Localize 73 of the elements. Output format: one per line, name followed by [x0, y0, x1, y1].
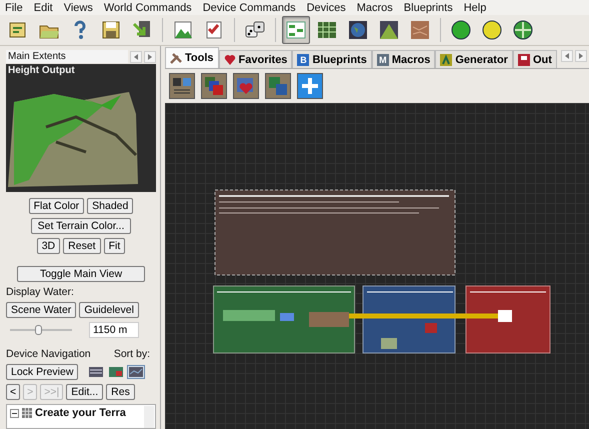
slider-thumb[interactable] — [34, 325, 42, 335]
toggle-main-view-button[interactable]: Toggle Main View — [17, 266, 145, 282]
device-node[interactable] — [280, 313, 294, 321]
device-tool-button[interactable] — [297, 73, 323, 99]
blocks-icon — [267, 75, 289, 97]
tab[interactable]: Out — [512, 50, 557, 68]
menu-item[interactable]: Edit — [34, 2, 53, 14]
crosshair-icon — [512, 19, 534, 41]
tab-scroll-right-button[interactable] — [575, 50, 587, 62]
view-button[interactable]: Fit — [104, 238, 126, 254]
render-mode-button[interactable]: Shaded — [87, 198, 134, 214]
output-icon — [518, 54, 530, 66]
ball-icon — [481, 19, 503, 41]
scroll-left-button[interactable] — [130, 50, 142, 62]
menu-item[interactable]: File — [5, 2, 23, 14]
menu-item[interactable]: Views — [64, 2, 93, 14]
render-mode-button[interactable]: Flat Color — [28, 198, 84, 214]
mountain-icon — [378, 19, 400, 41]
menu-item[interactable]: Device Commands — [202, 2, 296, 14]
lock-preview-button[interactable]: Lock Preview — [6, 364, 78, 380]
device-navigation-label: Device Navigation — [6, 348, 91, 360]
device-node[interactable] — [223, 310, 275, 321]
tools-icon — [170, 52, 182, 64]
texture-icon — [409, 19, 431, 41]
menu-item[interactable]: Help — [464, 2, 486, 14]
ball-icon — [450, 19, 472, 41]
panel-title: Main Extents — [6, 50, 128, 63]
edit-button[interactable]: Edit... — [66, 384, 104, 400]
res-button[interactable]: Res — [106, 384, 135, 400]
set-terrain-color-button[interactable]: Set Terrain Color... — [31, 218, 131, 234]
menu-item[interactable]: Macros — [356, 2, 393, 14]
scroll-bar[interactable] — [144, 406, 154, 428]
grid-icon — [316, 19, 338, 41]
water-button[interactable]: Guidelevel — [79, 302, 139, 318]
grid-icon — [22, 408, 32, 418]
tab-scroll-left-button[interactable] — [561, 50, 573, 62]
left-arrow-icon — [133, 54, 139, 60]
water-button[interactable]: Scene Water — [6, 302, 76, 318]
device-tool-button[interactable] — [169, 73, 195, 99]
view-button[interactable]: Reset — [63, 238, 101, 254]
list-icon[interactable] — [87, 365, 106, 379]
tab[interactable]: M Macros — [372, 50, 436, 68]
device-node[interactable] — [498, 310, 512, 322]
display-water-label: Display Water: — [6, 286, 75, 298]
view-button[interactable]: 3D — [36, 238, 60, 254]
terrain-icon — [172, 19, 194, 41]
heart-icon — [224, 54, 236, 66]
tree-item-label: Create your Terra — [35, 407, 126, 419]
menu-item[interactable]: World Commands — [104, 2, 192, 14]
plus-icon — [299, 75, 321, 97]
device-node[interactable] — [381, 338, 397, 349]
tab[interactable]: Favorites — [218, 50, 292, 68]
right-arrow-icon — [147, 54, 153, 60]
navigation-button[interactable]: < — [6, 384, 20, 400]
globe-icon — [347, 19, 369, 41]
water-level-slider[interactable] — [10, 324, 72, 336]
sort-by-label: Sort by: — [114, 348, 150, 360]
left-arrow-icon — [564, 53, 570, 59]
generator-icon — [440, 54, 452, 66]
water-level-field[interactable]: 1150 m — [89, 322, 139, 338]
stack-icon — [203, 75, 225, 97]
toolbar-button[interactable] — [282, 16, 310, 44]
right-arrow-icon — [578, 53, 584, 59]
node-graph-icon — [285, 19, 307, 41]
device-node[interactable] — [425, 323, 437, 333]
device-node[interactable] — [309, 312, 349, 327]
menu-item[interactable]: Devices — [306, 2, 346, 14]
scroll-right-button[interactable] — [144, 50, 156, 62]
tab[interactable]: B Blueprints — [292, 50, 372, 68]
tab[interactable]: Tools — [165, 47, 219, 68]
menu-item[interactable]: Blueprints — [404, 2, 453, 14]
preview-caption: Height Output — [8, 65, 75, 76]
tab[interactable]: Generator — [435, 50, 513, 68]
